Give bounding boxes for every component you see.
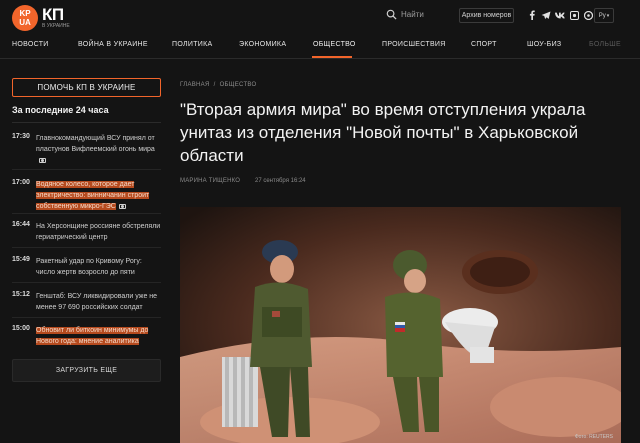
kp-ua-logo[interactable]: KP UA [12, 5, 38, 31]
nav-item-showbiz[interactable]: ШОУ-БИЗ [527, 41, 561, 48]
breadcrumb-home[interactable]: ГЛАВНАЯ [180, 82, 210, 88]
news-headline[interactable]: На Херсонщине россияне обстреляли гериат… [36, 221, 162, 243]
brand-subtitle: В УКРАИНЕ [42, 23, 70, 29]
news-divider [12, 282, 161, 283]
nav-item-news[interactable]: НОВОСТИ [12, 41, 49, 48]
nav-item-more[interactable]: БОЛЬШЕ [589, 41, 621, 48]
news-divider [12, 247, 161, 248]
archive-button[interactable]: Архив номеров [459, 8, 514, 23]
news-headline[interactable]: Генштаб: ВСУ ликвидировали уже не менее … [36, 291, 162, 313]
nav-item-society[interactable]: ОБЩЕСТВО [313, 41, 356, 48]
breadcrumb-section[interactable]: ОБЩЕСТВО [220, 82, 257, 88]
article-date: 27 сентября 16:24 [255, 178, 306, 184]
article-title: "Вторая армия мира" во время отступления… [180, 100, 586, 165]
nav-item-incidents[interactable]: ПРОИСШЕСТВИЯ [382, 41, 446, 48]
viber-icon[interactable] [583, 10, 593, 20]
breadcrumb: ГЛАВНАЯ / ОБЩЕСТВО [180, 82, 257, 88]
brand-name[interactable]: КП [42, 5, 64, 25]
language-label: Ру [598, 12, 606, 19]
nav-item-politics[interactable]: ПОЛИТИКА [172, 41, 212, 48]
news-divider [12, 317, 161, 318]
logo-top-text: KP [19, 9, 31, 18]
news-divider [12, 169, 161, 170]
news-time: 15:12 [12, 291, 30, 298]
site-header: KP UA КП В УКРАИНЕ Найти Архив номеров Р… [0, 0, 640, 34]
telegram-icon[interactable] [541, 10, 551, 20]
search-placeholder[interactable]: Найти [401, 10, 424, 19]
news-divider [12, 213, 161, 214]
social-links [527, 10, 593, 20]
photo-illustration [180, 207, 621, 443]
search-icon [386, 9, 397, 20]
nav-item-sport[interactable]: СПОРТ [471, 41, 497, 48]
language-switcher[interactable]: Ру ▾ [594, 8, 614, 23]
nav-item-economy[interactable]: ЭКОНОМИКА [239, 41, 286, 48]
camera-icon [118, 203, 126, 209]
article-photo: Фото: REUTERS [180, 207, 621, 443]
facebook-icon[interactable] [527, 10, 537, 20]
news-time: 15:00 [12, 325, 30, 332]
news-time: 17:30 [12, 133, 30, 140]
logo-bottom-text: UA [19, 18, 31, 27]
news-headline[interactable]: Водяное колесо, которое дает электричест… [36, 179, 162, 212]
help-kp-button[interactable]: ПОМОЧЬ КП В УКРАИНЕ [12, 78, 161, 97]
news-headline[interactable]: Обновит ли биткоин минимумы до Нового го… [36, 325, 162, 347]
chevron-down-icon: ▾ [606, 12, 610, 19]
news-time: 17:00 [12, 179, 30, 186]
news-headline[interactable]: Главнокомандующий ВСУ принял от пластуно… [36, 133, 162, 166]
news-time: 16:44 [12, 221, 30, 228]
sidebar-divider [12, 122, 161, 123]
news-time: 15:49 [12, 256, 30, 263]
active-tab-indicator [312, 56, 352, 58]
camera-icon [39, 157, 46, 163]
vk-icon[interactable] [555, 10, 565, 20]
nav-item-war[interactable]: ВОЙНА В УКРАИНЕ [78, 41, 148, 48]
ok-icon[interactable] [569, 10, 579, 20]
news-headline[interactable]: Ракетный удар по Кривому Рогу: число жер… [36, 256, 162, 278]
photo-credit: Фото: REUTERS [574, 434, 613, 440]
load-more-button[interactable]: ЗАГРУЗИТЬ ЕЩЕ [12, 359, 161, 382]
article-author[interactable]: МАРИНА ТИЩЕНКО [180, 178, 240, 184]
main-nav: НОВОСТИ ВОЙНА В УКРАИНЕ ПОЛИТИКА ЭКОНОМИ… [0, 34, 640, 59]
sidebar-title: За последние 24 часа [12, 105, 109, 115]
search-box[interactable]: Найти [386, 9, 424, 20]
